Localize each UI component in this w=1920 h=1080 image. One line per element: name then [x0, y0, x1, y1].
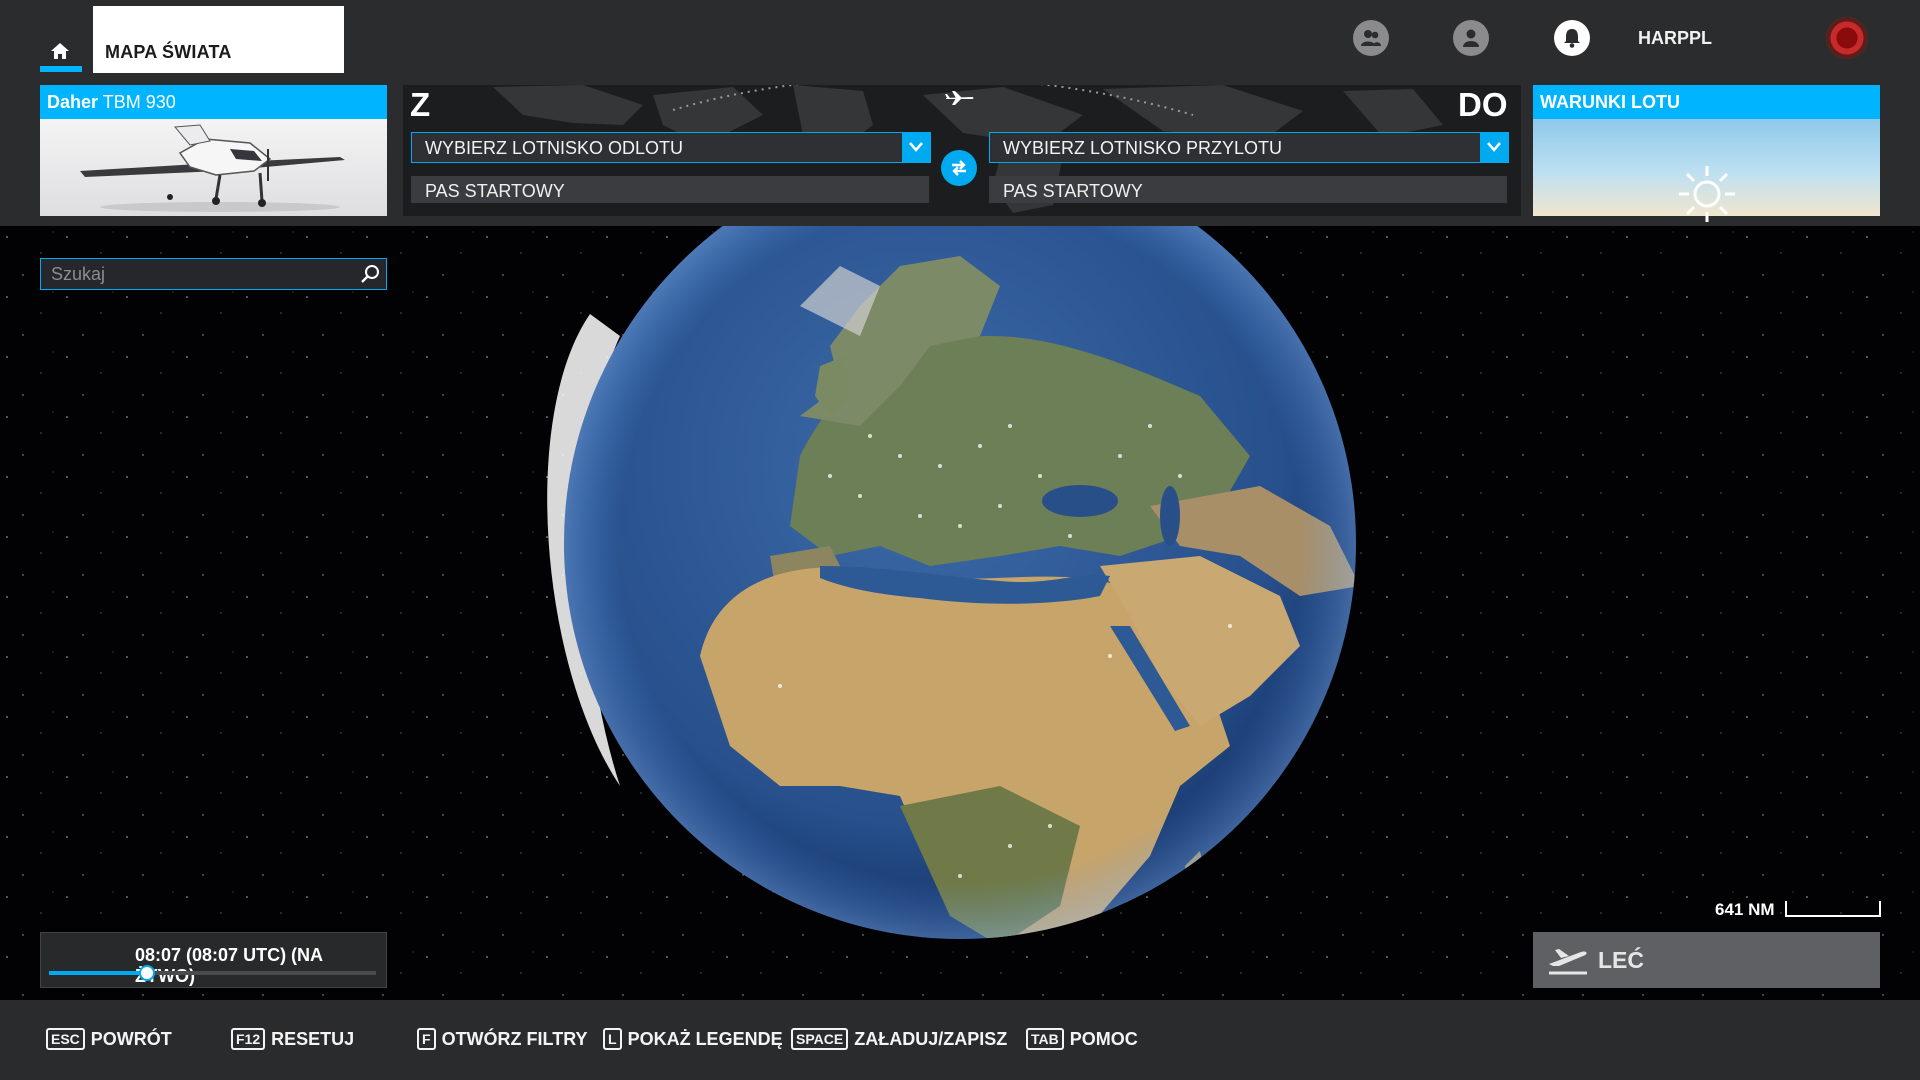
chevron-down-icon: [1487, 142, 1501, 152]
map-scale-bar: [1785, 901, 1881, 917]
weather-card-header: WARUNKI LOTU: [1533, 85, 1880, 119]
hint-help-label: POMOC: [1069, 1028, 1138, 1049]
departure-runway-field[interactable]: PAS STARTOWY: [411, 176, 929, 203]
hint-back-label: POWRÓT: [90, 1028, 172, 1049]
hint-help[interactable]: TAB POMOC: [1026, 1028, 1138, 1050]
home-icon: [51, 43, 69, 59]
username[interactable]: HARPPL: [1638, 28, 1712, 49]
key-f: F: [417, 1028, 436, 1050]
aircraft-card-header: Daher TBM 930: [40, 85, 387, 119]
hint-filters-label: OTWÓRZ FILTRY: [441, 1028, 588, 1049]
sun-icon: [1679, 166, 1735, 222]
time-slider-handle[interactable]: [139, 965, 156, 981]
bell-icon: [1564, 29, 1580, 48]
map-scale-label: 641 NM: [1715, 900, 1775, 919]
aircraft-card[interactable]: Daher TBM 930: [40, 85, 387, 216]
arrival-airport-select[interactable]: WYBIERZ LOTNISKO PRZYLOTU: [989, 132, 1509, 163]
time-slider-track[interactable]: [49, 965, 376, 981]
swap-airports-button[interactable]: [941, 150, 977, 186]
tab-world-map[interactable]: MAPA ŚWIATA: [93, 6, 344, 73]
aircraft-model: TBM 930: [98, 92, 176, 112]
hint-reset-label: RESETUJ: [271, 1028, 355, 1049]
aircraft-icon: [80, 124, 345, 212]
user-icon: [1463, 29, 1479, 47]
aircraft-image: [40, 119, 387, 216]
arrival-runway-label: PAS STARTOWY: [1003, 181, 1143, 201]
home-button[interactable]: [40, 6, 82, 72]
departure-airport-select[interactable]: WYBIERZ LOTNISKO ODLOTU: [411, 132, 931, 163]
friends-button[interactable]: [1353, 20, 1389, 56]
time-label: 08:07 (08:07 UTC) (NA ŻYWO): [135, 945, 323, 986]
weather-card[interactable]: WARUNKI LOTU: [1533, 85, 1880, 222]
weather-sky-image: [1533, 119, 1880, 222]
key-esc: ESC: [46, 1028, 85, 1050]
friends-icon: [1361, 30, 1381, 46]
aircraft-brand: Daher: [47, 92, 99, 112]
key-l: L: [603, 1028, 622, 1050]
fly-button[interactable]: LEĆ: [1533, 932, 1880, 988]
takeoff-icon: [1549, 949, 1587, 975]
departure-airport-text: WYBIERZ LOTNISKO ODLOTU: [425, 138, 684, 158]
hint-back[interactable]: ESC POWRÓT: [46, 1028, 172, 1050]
hint-legend[interactable]: L POKAŻ LEGENDĘ: [603, 1028, 783, 1050]
hint-legend-label: POKAŻ LEGENDĘ: [627, 1028, 783, 1049]
world-map-globe[interactable]: [0, 226, 1920, 1000]
notifications-button[interactable]: [1554, 20, 1590, 56]
swap-icon: [952, 160, 966, 176]
home-tab-indicator: [40, 66, 82, 72]
tab-world-map-label: MAPA ŚWIATA: [105, 42, 232, 62]
from-label: Z: [410, 86, 431, 123]
search-icon[interactable]: [360, 264, 380, 284]
key-f12: F12: [231, 1028, 266, 1050]
profile-button[interactable]: [1453, 20, 1489, 56]
departure-dropdown-button[interactable]: [902, 133, 930, 162]
hint-load-save[interactable]: SPACE ZAŁADUJ/ZAPISZ: [791, 1028, 1007, 1050]
to-label: DO: [1458, 86, 1508, 123]
fly-label: LEĆ: [1598, 947, 1644, 973]
hint-load-save-label: ZAŁADUJ/ZAPISZ: [854, 1028, 1008, 1049]
arrival-airport-text: WYBIERZ LOTNISKO PRZYLOTU: [1003, 138, 1283, 158]
time-of-day-control[interactable]: 08:07 (08:07 UTC) (NA ŻYWO): [40, 932, 387, 988]
airplane-icon: [945, 91, 974, 105]
key-space: SPACE: [791, 1028, 849, 1050]
key-tab: TAB: [1026, 1028, 1064, 1050]
departure-runway-label: PAS STARTOWY: [425, 181, 565, 201]
hint-filters[interactable]: F OTWÓRZ FILTRY: [417, 1028, 588, 1050]
time-slider-fill: [49, 971, 148, 975]
hint-reset[interactable]: F12 RESETUJ: [231, 1028, 354, 1050]
search-box[interactable]: [40, 258, 387, 290]
weather-title: WARUNKI LOTU: [1540, 92, 1680, 112]
search-input[interactable]: [41, 259, 351, 289]
chevron-down-icon: [909, 142, 923, 152]
arrival-runway-field[interactable]: PAS STARTOWY: [989, 176, 1507, 203]
arrival-dropdown-button[interactable]: [1480, 133, 1508, 162]
avatar[interactable]: [1826, 17, 1868, 59]
